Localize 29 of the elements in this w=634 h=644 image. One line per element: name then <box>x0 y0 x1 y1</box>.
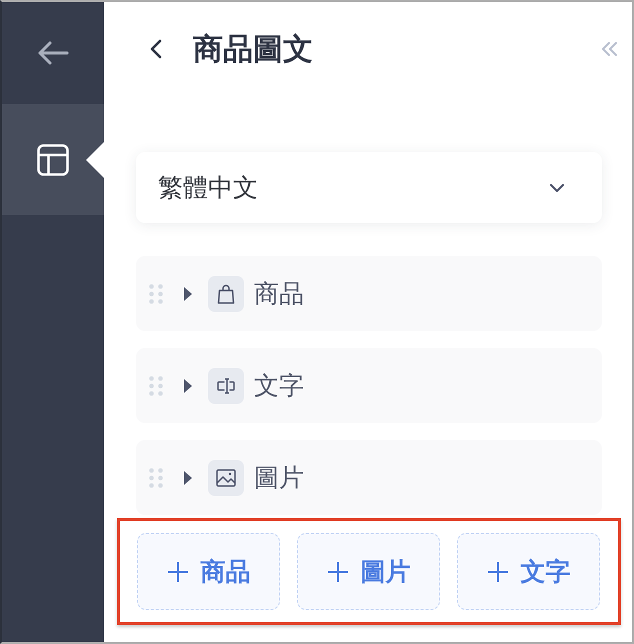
block-row[interactable]: 文字 <box>136 348 602 423</box>
block-label: 圖片 <box>254 462 304 494</box>
plus-icon <box>486 560 508 582</box>
add-button[interactable]: 圖片 <box>297 533 440 610</box>
language-select[interactable]: 繁體中文 <box>136 152 602 223</box>
drag-handle-icon[interactable] <box>149 376 163 396</box>
caret-icon[interactable] <box>184 470 192 484</box>
plus-icon <box>166 560 188 582</box>
plus-icon <box>326 560 348 582</box>
bag-icon <box>208 276 244 312</box>
block-row[interactable]: 商品 <box>136 256 602 331</box>
add-button[interactable]: 商品 <box>137 533 280 610</box>
block-label: 商品 <box>254 278 304 310</box>
drag-handle-icon[interactable] <box>149 468 163 488</box>
chevron-down-icon <box>550 184 564 192</box>
image-icon <box>208 460 244 496</box>
add-button[interactable]: 文字 <box>457 533 600 610</box>
block-row[interactable]: 圖片 <box>136 440 602 515</box>
drag-handle-icon[interactable] <box>149 284 163 304</box>
caret-icon[interactable] <box>184 286 192 300</box>
layout-icon <box>37 144 69 176</box>
text-cursor-icon <box>208 368 244 404</box>
page-title: 商品圖文 <box>193 30 314 68</box>
sidebar-item[interactable] <box>2 104 104 215</box>
arrow-left-icon <box>37 41 69 65</box>
caret-icon[interactable] <box>184 378 192 392</box>
pointer-icon <box>86 142 104 178</box>
back-chevron-icon[interactable] <box>150 39 162 59</box>
block-label: 文字 <box>254 370 304 402</box>
